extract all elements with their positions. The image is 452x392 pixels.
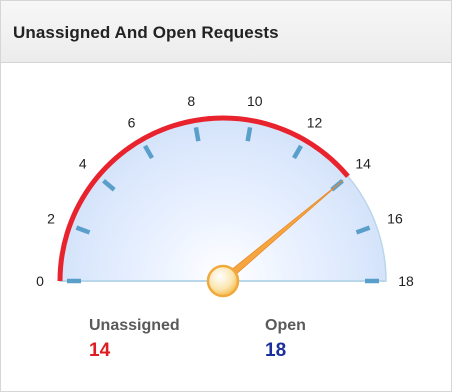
gauge-tick-label: 6: [128, 115, 136, 131]
gauge-tick-label: 16: [387, 210, 403, 226]
gauge-tick-label: 10: [247, 93, 263, 109]
dashboard-widget: Unassigned And Open Requests 0 2 4 6 8 10 12 14…: [0, 0, 452, 392]
legend-unassigned-label: Unassigned: [89, 317, 180, 334]
gauge-hub: [206, 264, 240, 298]
widget-title: Unassigned And Open Requests: [13, 23, 279, 42]
gauge-tick-label: 2: [47, 210, 55, 226]
gauge-tick-label: 12: [307, 115, 323, 131]
gauge-tick-label: 14: [355, 155, 371, 171]
widget-header: Unassigned And Open Requests: [1, 1, 451, 63]
gauge-tick-label: 0: [36, 273, 44, 289]
gauge-tick-label: 4: [79, 155, 87, 171]
gauge-tick-label: 8: [187, 93, 195, 109]
legend-unassigned-value: 14: [89, 340, 111, 361]
legend-open-label: Open: [265, 317, 306, 334]
gauge-chart: 0 2 4 6 8 10 12 14 16 18: [36, 93, 414, 298]
legend-open-value: 18: [265, 340, 287, 361]
gauge-face: [59, 117, 387, 282]
gauge-tick: [245, 126, 253, 142]
gauge-tick-label: 18: [398, 273, 414, 289]
gauge-tick: [193, 126, 201, 142]
